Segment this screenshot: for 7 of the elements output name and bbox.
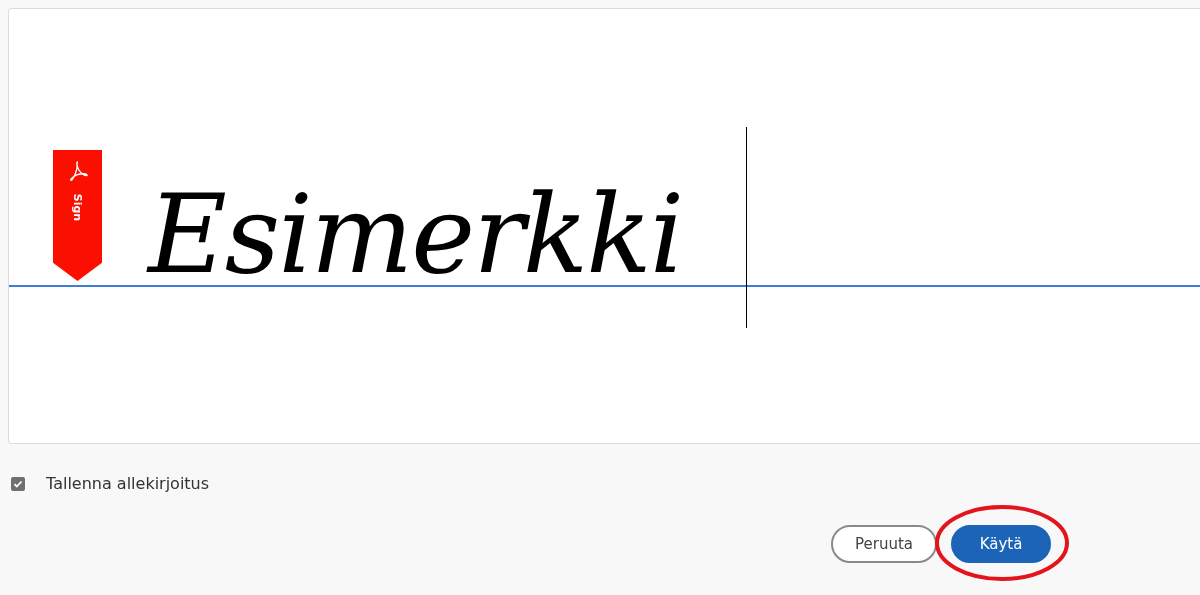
save-signature-label: Tallenna allekirjoitus (46, 474, 210, 493)
checkmark-icon (13, 478, 23, 489)
cancel-button[interactable]: Peruuta (831, 525, 937, 563)
apply-button[interactable]: Käytä (951, 525, 1051, 563)
signature-text: Esimerkki (148, 181, 683, 289)
sign-label: Sign (72, 193, 83, 222)
save-checkbox[interactable] (11, 476, 25, 491)
